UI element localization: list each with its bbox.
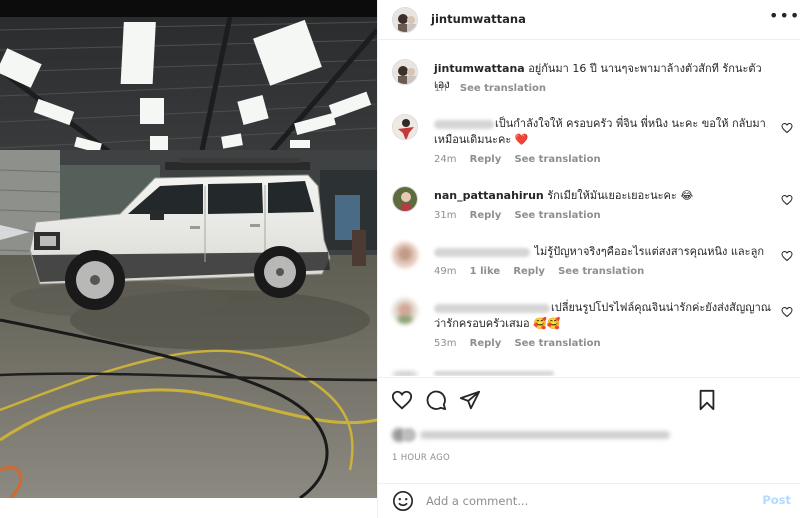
caption-see-translation[interactable]: See translation — [460, 83, 546, 94]
blurred-username — [434, 247, 530, 257]
commenter-avatar[interactable] — [392, 186, 418, 212]
reply-button[interactable]: Reply — [513, 266, 545, 277]
see-translation-button[interactable]: See translation — [514, 154, 600, 165]
comment-time[interactable]: 49m — [434, 266, 456, 277]
comment-meta: 49m 1 like Reply See translation — [434, 266, 654, 277]
comment-meta: 31m Reply See translation — [434, 210, 611, 221]
see-translation-button[interactable]: See translation — [558, 266, 644, 277]
blurred-likes-text — [420, 431, 670, 439]
caption-username[interactable]: jintumwattana — [434, 62, 525, 75]
caption-meta: 1h See translation — [434, 83, 556, 94]
comment-time[interactable]: 31m — [434, 210, 456, 221]
comments-section: jintumwattana อยู่กันมา 16 ปี นานๆจะพามา… — [378, 41, 800, 376]
reply-button[interactable]: Reply — [470, 154, 502, 165]
save-bookmark-icon[interactable] — [696, 389, 718, 411]
see-translation-button[interactable]: See translation — [514, 210, 600, 221]
share-paper-plane-icon[interactable] — [459, 389, 481, 411]
comment-meta: 53m Reply See translation — [434, 338, 611, 349]
like-comment-heart-icon[interactable] — [781, 306, 793, 318]
blurred-comment — [434, 371, 554, 376]
comment-text: nan_pattanahirun รักเมียให้มันเยอะเยอะนะ… — [434, 188, 772, 204]
post-photo[interactable] — [0, 0, 377, 518]
comment-likes-count[interactable]: 1 like — [470, 266, 500, 277]
likes-summary[interactable] — [392, 428, 722, 442]
like-comment-heart-icon[interactable] — [781, 122, 793, 134]
comment-text: เป็นกำลังใจให้ ครอบครัว พี่จิน พี่หนิง น… — [434, 116, 772, 148]
comment-body: รักเมียให้มันเยอะเยอะนะคะ — [547, 189, 677, 202]
add-comment-bar: Post — [378, 483, 800, 518]
more-options-icon[interactable]: ••• — [769, 8, 799, 28]
comment-time[interactable]: 24m — [434, 154, 456, 165]
commenter-avatar[interactable] — [392, 242, 418, 268]
comment-username[interactable]: nan_pattanahirun — [434, 189, 544, 202]
car-wash-photo — [0, 0, 377, 518]
post-timestamp[interactable]: 1 HOUR AGO — [392, 453, 450, 463]
comment-time[interactable]: 53m — [434, 338, 456, 349]
like-comment-heart-icon[interactable] — [781, 194, 793, 206]
comment-text: ไม่รู้ปัญหาจริงๆคืออะไรแต่สงสารคุณหนิง แ… — [434, 244, 772, 260]
reply-button[interactable]: Reply — [470, 338, 502, 349]
post-comment-button[interactable]: Post — [762, 493, 791, 507]
like-heart-icon[interactable] — [391, 389, 413, 411]
author-avatar[interactable] — [392, 7, 418, 33]
commenter-avatar[interactable] — [392, 298, 418, 324]
author-username[interactable]: jintumwattana — [431, 12, 526, 26]
post-header: jintumwattana ••• — [378, 0, 800, 40]
see-translation-button[interactable]: See translation — [514, 338, 600, 349]
blurred-username — [434, 303, 550, 313]
add-comment-input[interactable] — [426, 491, 746, 511]
caption-author-avatar[interactable] — [392, 59, 418, 85]
comment-body: ไม่รู้ปัญหาจริงๆคืออะไรแต่สงสารคุณหนิง แ… — [534, 245, 765, 258]
reply-button[interactable]: Reply — [470, 210, 502, 221]
heart-emoji: ❤️ — [514, 133, 529, 146]
caption-time[interactable]: 1h — [434, 83, 447, 94]
commenter-avatar[interactable] — [392, 114, 418, 140]
like-comment-heart-icon[interactable] — [781, 250, 793, 262]
comment-bubble-icon[interactable] — [425, 389, 447, 411]
liker-avatar — [402, 428, 416, 442]
commenter-avatar[interactable] — [392, 371, 418, 376]
heart-eyes-emoji: 🥰🥰 — [533, 317, 561, 330]
blurred-username — [434, 119, 494, 129]
post-details-panel: jintumwattana ••• jintumwattana อยู่กันม… — [377, 0, 800, 518]
post-actions: 1 HOUR AGO — [378, 377, 800, 483]
comment-meta: 24m Reply See translation — [434, 154, 611, 165]
emoji-smiley-icon[interactable] — [392, 490, 414, 512]
laughing-emoji: 😂 — [680, 189, 694, 202]
comment-text: เปลี่ยนรูปโปรไฟล์คุณจินน่ารักค่ะยังส่งสั… — [434, 300, 772, 332]
